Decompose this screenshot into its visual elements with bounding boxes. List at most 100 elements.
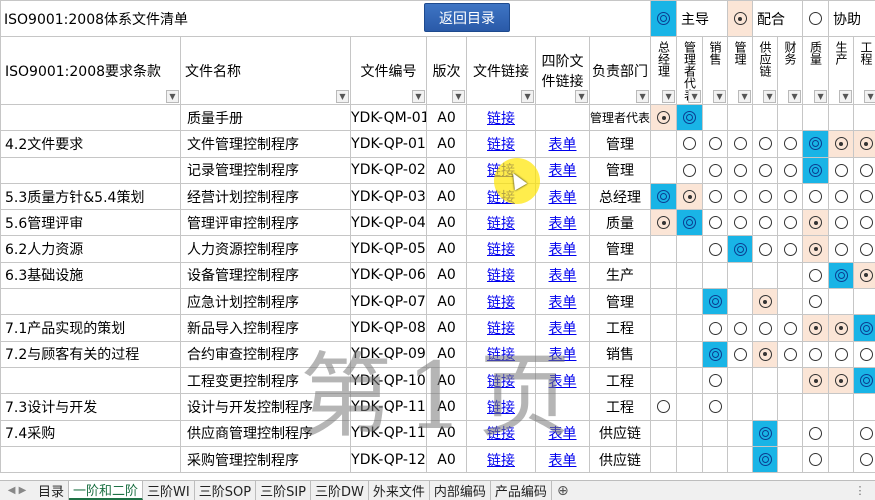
filter-dropdown-icon[interactable]: ▼ <box>412 90 425 103</box>
cell-file-code[interactable]: YDK-QP-11 <box>350 419 427 447</box>
cell-department[interactable]: 生产 <box>589 261 652 290</box>
cell-role-7[interactable] <box>828 103 855 132</box>
sheet-tab[interactable]: 内部编码 <box>429 481 491 500</box>
cell-form-link[interactable] <box>535 393 591 421</box>
header-req[interactable]: ISO9001:2008要求条款 ▼ <box>0 36 181 105</box>
cell-role-8[interactable] <box>853 235 875 263</box>
cell-file-name[interactable]: 供应商管理控制程序 <box>180 419 351 447</box>
cell-role-5[interactable] <box>777 366 804 395</box>
cell-role-5[interactable] <box>777 445 804 474</box>
form-link[interactable]: 表单 <box>549 374 577 390</box>
cell-file-code[interactable]: YDK-QP-05 <box>350 235 427 263</box>
cell-role-5[interactable] <box>777 130 804 158</box>
cell-requirement[interactable]: 7.1产品实现的策划 <box>0 314 181 342</box>
cell-role-2[interactable] <box>702 366 729 395</box>
cell-role-1[interactable] <box>676 366 704 395</box>
cell-role-5[interactable] <box>777 393 804 421</box>
file-link[interactable]: 链接 <box>487 426 515 442</box>
form-link[interactable]: 表单 <box>549 426 577 442</box>
cell-file-name[interactable]: 设备管理控制程序 <box>180 261 351 290</box>
cell-role-0[interactable] <box>650 314 678 342</box>
sheet-tab[interactable]: 一阶和二阶 <box>69 481 144 500</box>
cell-role-5[interactable] <box>777 182 804 211</box>
cell-department[interactable]: 管理 <box>589 288 652 316</box>
cell-requirement[interactable]: 5.6管理评审 <box>0 209 181 237</box>
cell-file-code[interactable]: YDK-QP-01 <box>350 130 427 158</box>
cell-role-2[interactable] <box>702 419 729 447</box>
cell-form-link[interactable]: 表单 <box>535 340 591 368</box>
cell-file-name[interactable]: 设计与开发控制程序 <box>180 393 351 421</box>
cell-role-6[interactable] <box>802 209 830 237</box>
cell-role-8[interactable] <box>853 419 875 447</box>
cell-form-link[interactable]: 表单 <box>535 209 591 237</box>
cell-role-5[interactable] <box>777 340 804 368</box>
cell-file-name[interactable]: 合约审查控制程序 <box>180 340 351 368</box>
file-link[interactable]: 链接 <box>487 453 515 469</box>
cell-file-link[interactable]: 链接 <box>465 235 537 263</box>
cell-file-link[interactable]: 链接 <box>465 103 537 132</box>
cell-file-code[interactable]: YDK-QP-10 <box>350 366 427 395</box>
filter-dropdown-icon[interactable]: ▼ <box>336 90 349 103</box>
cell-role-7[interactable] <box>828 445 855 474</box>
file-link[interactable]: 链接 <box>487 347 515 363</box>
cell-file-name[interactable]: 采购管理控制程序 <box>180 445 351 474</box>
cell-requirement[interactable]: 6.3基础设施 <box>0 261 181 290</box>
file-link[interactable]: 链接 <box>487 295 515 311</box>
cell-role-3[interactable] <box>727 419 754 447</box>
cell-role-7[interactable] <box>828 314 855 342</box>
cell-department[interactable]: 总经理 <box>589 182 652 211</box>
cell-role-2[interactable] <box>702 156 729 184</box>
filter-dropdown-icon[interactable]: ▼ <box>452 90 465 103</box>
cell-role-8[interactable] <box>853 366 875 395</box>
cell-version[interactable]: A0 <box>426 340 467 368</box>
cell-role-8[interactable] <box>853 288 875 316</box>
cell-role-4[interactable] <box>752 393 779 421</box>
cell-role-8[interactable] <box>853 182 875 211</box>
cell-version[interactable]: A0 <box>426 419 467 447</box>
header-role[interactable]: 财务 ▼ <box>777 36 804 105</box>
cell-file-name[interactable]: 文件管理控制程序 <box>180 130 351 158</box>
cell-role-4[interactable] <box>752 182 779 211</box>
cell-form-link[interactable] <box>535 103 591 132</box>
cell-role-0[interactable] <box>650 445 678 474</box>
form-link[interactable]: 表单 <box>549 242 577 258</box>
filter-dropdown-icon[interactable]: ▼ <box>738 90 752 103</box>
cell-requirement[interactable] <box>0 103 181 132</box>
cell-role-1[interactable] <box>676 419 704 447</box>
cell-file-name[interactable]: 人力资源控制程序 <box>180 235 351 263</box>
filter-dropdown-icon[interactable]: ▼ <box>662 90 676 103</box>
cell-form-link[interactable]: 表单 <box>535 288 591 316</box>
cell-role-2[interactable] <box>702 288 729 316</box>
file-link[interactable]: 链接 <box>487 242 515 258</box>
form-link[interactable]: 表单 <box>549 347 577 363</box>
cell-role-7[interactable] <box>828 130 855 158</box>
header-role[interactable]: 生产 ▼ <box>828 36 855 105</box>
cell-role-7[interactable] <box>828 261 855 290</box>
cell-role-1[interactable] <box>676 393 704 421</box>
cell-version[interactable]: A0 <box>426 261 467 290</box>
form-link[interactable]: 表单 <box>549 321 577 337</box>
filter-dropdown-icon[interactable]: ▼ <box>864 90 875 103</box>
form-link[interactable]: 表单 <box>549 190 577 206</box>
filter-dropdown-icon[interactable]: ▼ <box>788 90 802 103</box>
header-role[interactable]: 总经理 ▼ <box>650 36 678 105</box>
header-dept[interactable]: 负责部门 ▼ <box>589 36 652 105</box>
header-code[interactable]: 文件编号 ▼ <box>350 36 427 105</box>
file-link[interactable]: 链接 <box>487 400 515 416</box>
cell-role-0[interactable] <box>650 419 678 447</box>
cell-role-5[interactable] <box>777 103 804 132</box>
cell-file-code[interactable]: YDK-QP-03 <box>350 182 427 211</box>
file-link[interactable]: 链接 <box>487 216 515 232</box>
cell-form-link[interactable]: 表单 <box>535 156 591 184</box>
cell-role-7[interactable] <box>828 209 855 237</box>
cell-role-2[interactable] <box>702 209 729 237</box>
cell-version[interactable]: A0 <box>426 235 467 263</box>
cell-form-link[interactable]: 表单 <box>535 314 591 342</box>
cell-file-code[interactable]: YDK-QP-09 <box>350 340 427 368</box>
cell-version[interactable]: A0 <box>426 209 467 237</box>
cell-form-link[interactable]: 表单 <box>535 235 591 263</box>
cell-file-code[interactable]: YDK-QP-12 <box>350 445 427 474</box>
cell-version[interactable]: A0 <box>426 182 467 211</box>
filter-dropdown-icon[interactable]: ▼ <box>814 90 828 103</box>
cell-role-5[interactable] <box>777 156 804 184</box>
